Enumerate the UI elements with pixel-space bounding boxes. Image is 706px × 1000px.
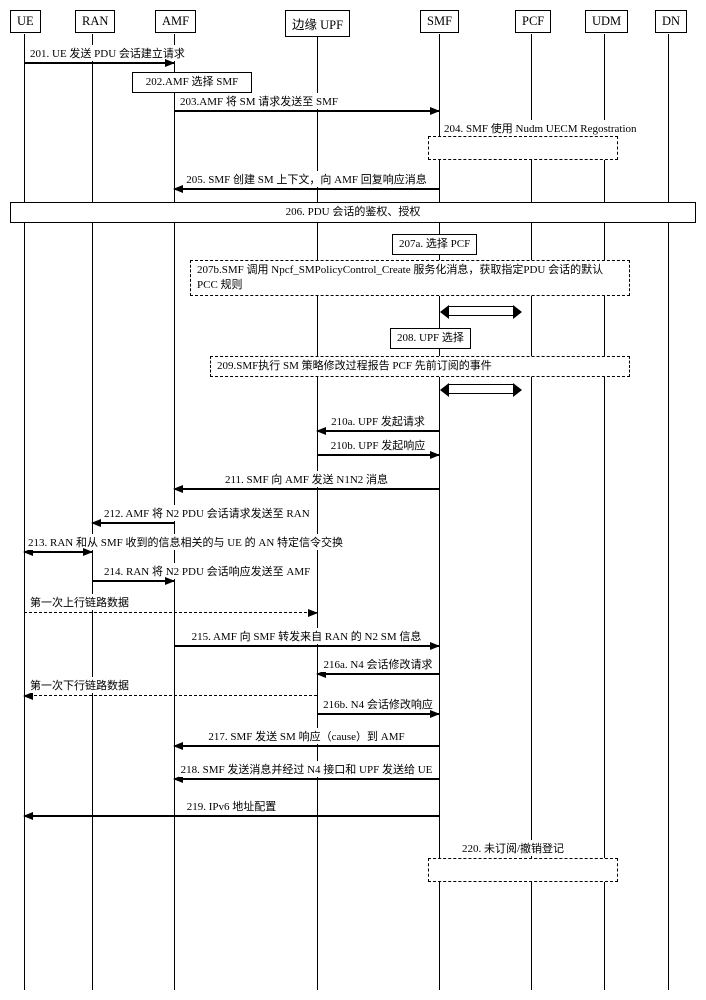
msg-211: 211. SMF 向 AMF 发送 N1N2 消息 [174, 488, 439, 490]
msg-215-label: 215. AMF 向 SMF 转发来自 RAN 的 N2 SM 信息 [190, 628, 424, 644]
lifeline-smf [439, 34, 440, 990]
msg-210a-label: 210a. UPF 发起请求 [329, 413, 427, 429]
lifeline-ue [24, 34, 25, 990]
msg-203: 203.AMF 将 SM 请求发送至 SMF [174, 110, 439, 112]
actor-pcf: PCF [515, 10, 551, 33]
msg-211-label: 211. SMF 向 AMF 发送 N1N2 消息 [223, 471, 390, 487]
frame-204 [428, 136, 618, 160]
note-208: 208. UPF 选择 [390, 328, 471, 349]
sequence-diagram: UE RAN AMF 边缘 UPF SMF PCF UDM DN 201. UE… [10, 10, 696, 990]
actor-ran: RAN [75, 10, 115, 33]
msg-216b-label: 216b. N4 会话修改响应 [321, 696, 435, 712]
msg-205-label: 205. SMF 创建 SM 上下文，向 AMF 回复响应消息 [184, 171, 429, 187]
msg-216a: 216a. N4 会话修改请求 [317, 673, 439, 675]
msg-218-label: 218. SMF 发送消息并经过 N4 接口和 UPF 发送给 UE [179, 761, 435, 777]
msg-214: 214. RAN 将 N2 PDU 会话响应发送至 AMF [92, 580, 174, 582]
msg-215: 215. AMF 向 SMF 转发来自 RAN 的 N2 SM 信息 [174, 645, 439, 647]
msg-213: 213. RAN 和从 SMF 收到的信息相关的与 UE 的 AN 特定信令交换 [24, 551, 92, 553]
note-207b: 207b.SMF 调用 Npcf_SMPolicyControl_Create … [190, 260, 630, 296]
msg-210a: 210a. UPF 发起请求 [317, 430, 439, 432]
msg-uplink-label: 第一次上行链路数据 [28, 594, 131, 610]
actor-dn: DN [655, 10, 687, 33]
actor-udm: UDM [585, 10, 628, 33]
msg-210b: 210b. UPF 发起响应 [317, 454, 439, 456]
actor-ue: UE [10, 10, 41, 33]
frame-220 [428, 858, 618, 882]
arrow-207b [448, 306, 514, 316]
msg-217-label: 217. SMF 发送 SM 响应（cause）到 AMF [206, 728, 406, 744]
msg-uplink: 第一次上行链路数据 [24, 612, 317, 613]
note-209: 209.SMF执行 SM 策略修改过程报告 PCF 先前订阅的事件 [210, 356, 630, 377]
lifeline-udm [604, 34, 605, 990]
msg-219-label: 219. IPv6 地址配置 [185, 798, 279, 814]
msg-203-label: 203.AMF 将 SM 请求发送至 SMF [178, 93, 340, 109]
note-202: 202.AMF 选择 SMF [132, 72, 252, 93]
msg-downlink: 第一次下行链路数据 [24, 695, 317, 696]
note-207a: 207a. 选择 PCF [392, 234, 477, 255]
msg-216b: 216b. N4 会话修改响应 [317, 713, 439, 715]
msg-201-label: 201. UE 发送 PDU 会话建立请求 [28, 45, 187, 61]
arrow-209 [448, 384, 514, 394]
note-220: 220. 未订阅/撤销登记 [460, 840, 566, 856]
msg-210b-label: 210b. UPF 发起响应 [329, 437, 427, 453]
actor-edge-upf: 边缘 UPF [285, 10, 350, 37]
lifeline-dn [668, 34, 669, 990]
msg-201: 201. UE 发送 PDU 会话建立请求 [24, 62, 174, 64]
msg-205: 205. SMF 创建 SM 上下文，向 AMF 回复响应消息 [174, 188, 439, 190]
msg-212: 212. AMF 将 N2 PDU 会话请求发送至 RAN [92, 522, 174, 524]
msg-214-label: 214. RAN 将 N2 PDU 会话响应发送至 AMF [102, 563, 312, 579]
msg-219: 219. IPv6 地址配置 [24, 815, 439, 817]
msg-216a-label: 216a. N4 会话修改请求 [321, 656, 434, 672]
note-206: 206. PDU 会话的鉴权、授权 [10, 202, 696, 223]
msg-218: 218. SMF 发送消息并经过 N4 接口和 UPF 发送给 UE [174, 778, 439, 780]
lifeline-ran [92, 34, 93, 990]
msg-213-label: 213. RAN 和从 SMF 收到的信息相关的与 UE 的 AN 特定信令交换 [26, 534, 345, 550]
note-204: 204. SMF 使用 Nudm UECM Regostration [442, 120, 639, 136]
actor-smf: SMF [420, 10, 459, 33]
msg-downlink-label: 第一次下行链路数据 [28, 677, 131, 693]
msg-212-label: 212. AMF 将 N2 PDU 会话请求发送至 RAN [102, 505, 312, 521]
actor-amf: AMF [155, 10, 196, 33]
msg-217: 217. SMF 发送 SM 响应（cause）到 AMF [174, 745, 439, 747]
